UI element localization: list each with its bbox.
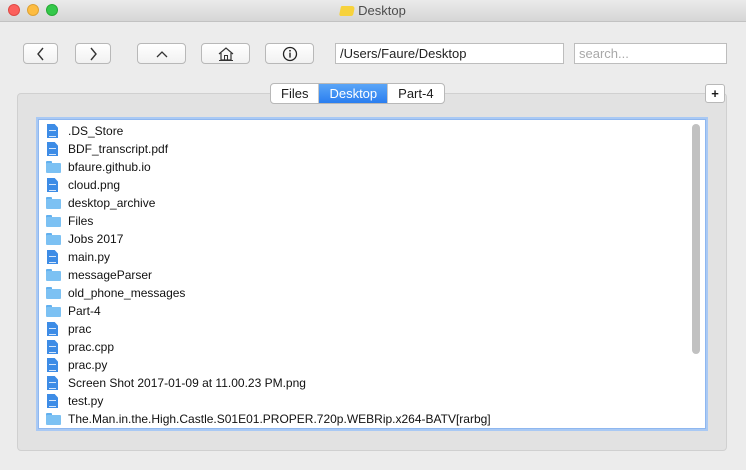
chevron-up-icon xyxy=(156,50,167,57)
file-name: Jobs 2017 xyxy=(68,232,124,246)
file-list-item[interactable]: main.py xyxy=(45,248,685,266)
document-icon xyxy=(45,177,61,193)
file-name: bfaure.github.io xyxy=(68,160,151,174)
file-list-item[interactable]: The.Man.in.the.High.Castle.S01E01.PROPER… xyxy=(45,410,685,428)
file-list-item[interactable]: prac.cpp xyxy=(45,338,685,356)
window-title: Desktop xyxy=(0,3,746,18)
file-list-item[interactable]: Part-4 xyxy=(45,302,685,320)
home-icon xyxy=(218,46,233,61)
file-name: Part-4 xyxy=(68,304,101,318)
info-icon xyxy=(282,46,297,61)
chevron-left-icon xyxy=(36,47,44,60)
file-list-item[interactable]: test.py xyxy=(45,392,685,410)
folder-icon xyxy=(45,411,61,427)
tab-desktop[interactable]: Desktop xyxy=(319,84,389,103)
file-name: main.py xyxy=(68,250,111,264)
tab-bar: Files Desktop Part-4 xyxy=(270,83,445,104)
document-icon xyxy=(45,123,61,139)
folder-icon xyxy=(339,6,356,16)
file-list-item[interactable]: Files xyxy=(45,212,685,230)
file-list-item[interactable]: bfaure.github.io xyxy=(45,158,685,176)
file-name: The.Man.in.the.High.Castle.S01E01.PROPER… xyxy=(68,412,491,426)
file-list-item[interactable]: cloud.png xyxy=(45,176,685,194)
file-list-item[interactable]: Jobs 2017 xyxy=(45,230,685,248)
file-list[interactable]: .DS_Store BDF_transcript.pdf bfaure.github… xyxy=(38,119,706,429)
scrollbar-thumb[interactable] xyxy=(692,124,700,354)
search-input[interactable] xyxy=(574,43,727,64)
file-name: old_phone_messages xyxy=(68,286,186,300)
file-name: Screen Shot 2017-01-09 at 11.00.23 PM.pn… xyxy=(68,376,306,390)
folder-icon xyxy=(45,267,61,283)
document-icon xyxy=(45,357,61,373)
path-field[interactable] xyxy=(335,43,564,64)
app-window: Desktop Files Desktop Part-4 + .DS_Stor xyxy=(0,0,746,470)
file-list-item[interactable]: prac.py xyxy=(45,356,685,374)
file-list-item[interactable]: BDF_transcript.pdf xyxy=(45,140,685,158)
add-tab-button[interactable]: + xyxy=(705,84,725,103)
folder-icon xyxy=(45,213,61,229)
file-list-item[interactable]: old_phone_messages xyxy=(45,284,685,302)
document-icon xyxy=(45,375,61,391)
tab-files[interactable]: Files xyxy=(271,84,320,103)
file-list-item[interactable]: messageParser xyxy=(45,266,685,284)
document-icon xyxy=(45,339,61,355)
tab-part-4[interactable]: Part-4 xyxy=(388,84,443,103)
file-name: BDF_transcript.pdf xyxy=(68,142,169,156)
window-title-text: Desktop xyxy=(358,3,406,18)
folder-icon xyxy=(45,303,61,319)
file-name: prac.py xyxy=(68,358,108,372)
home-button[interactable] xyxy=(201,43,250,64)
back-button[interactable] xyxy=(23,43,58,64)
file-name: test.py xyxy=(68,394,104,408)
folder-icon xyxy=(45,231,61,247)
folder-icon xyxy=(45,195,61,211)
up-directory-button[interactable] xyxy=(137,43,186,64)
folder-icon xyxy=(45,159,61,175)
file-name: prac xyxy=(68,322,92,336)
info-button[interactable] xyxy=(265,43,314,64)
folder-icon xyxy=(45,285,61,301)
document-icon xyxy=(45,141,61,157)
title-bar: Desktop xyxy=(0,0,746,22)
file-list-item[interactable]: desktop_archive xyxy=(45,194,685,212)
chevron-right-icon xyxy=(90,47,97,60)
forward-button[interactable] xyxy=(75,43,111,64)
file-name: cloud.png xyxy=(68,178,121,192)
file-list-item[interactable]: .DS_Store xyxy=(45,122,685,140)
file-name: Files xyxy=(68,214,94,228)
file-list-item[interactable]: prac xyxy=(45,320,685,338)
file-name: prac.cpp xyxy=(68,340,115,354)
document-icon xyxy=(45,249,61,265)
file-list-item[interactable]: Screen Shot 2017-01-09 at 11.00.23 PM.pn… xyxy=(45,374,685,392)
file-name: .DS_Store xyxy=(68,124,124,138)
file-name: messageParser xyxy=(68,268,153,282)
file-name: desktop_archive xyxy=(68,196,156,210)
document-icon xyxy=(45,321,61,337)
document-icon xyxy=(45,393,61,409)
